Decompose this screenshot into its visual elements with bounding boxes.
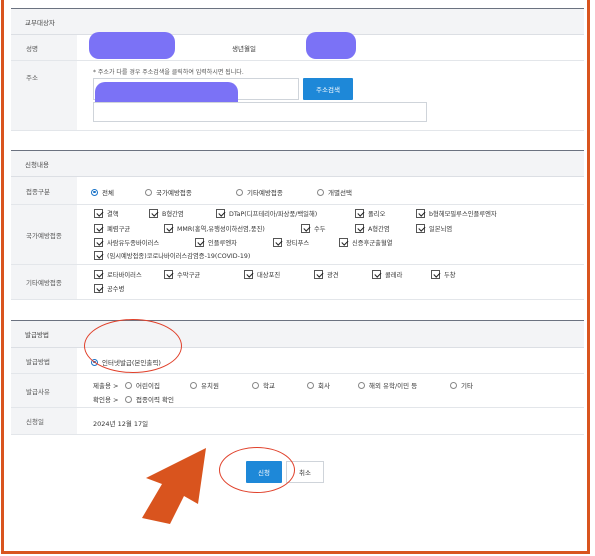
recipient-section-header: 교부대상자 [11,8,584,35]
checkbox-checked-icon [216,209,225,218]
reason-submit-prefix: 제출용 > [93,382,119,390]
application-date-value: 2024년 12월 17일 [93,420,149,428]
checkbox-checked-icon [164,270,173,279]
radio-icon [358,381,365,389]
checkbox-checked-icon [195,238,204,247]
type-option-all[interactable]: 전체 [91,187,114,197]
radio-selected-icon [91,188,98,196]
reason-school[interactable]: 학교 [252,380,275,390]
checkbox-hepa[interactable]: A형간염 [355,224,390,233]
national-vaccination-row: 국가예방접종 결핵 B형간염 DTaP(디프테리아/파상풍/백일해) 폴리오 b… [11,205,584,265]
checkbox-checked-icon [301,224,310,233]
application-date-label: 신청일 [11,408,77,434]
checkbox-hib[interactable]: b형헤모필루스인플루엔자 [416,209,497,218]
application-section-header: 신청내용 [11,150,584,177]
checkbox-checked-icon [94,270,103,279]
birth-label: 생년월일 [232,45,256,53]
type-option-custom[interactable]: 개별선택 [317,187,352,197]
issuance-reason-row: 발급사유 제출용 > 어린이집 유치원 학교 회사 해외 유학/이민 등 기타 … [11,374,584,408]
checkbox-checked-icon [273,238,282,247]
checkbox-dtap[interactable]: DTaP(디프테리아/파상풍/백일해) [216,209,317,218]
reason-history-check[interactable]: 접종이력 확인 [125,394,174,404]
reason-daycare[interactable]: 어린이집 [125,380,160,390]
name-redaction [89,32,175,59]
checkbox-checked-icon [339,238,348,247]
radio-icon [236,188,243,196]
checkbox-mmr[interactable]: MMR(홍역,유행성이하선염,풍진) [164,224,265,233]
checkbox-covid19[interactable]: (임시예방접종)코로나바이러스감염증-19(COVID-19) [94,251,250,260]
checkbox-rabies[interactable]: 공수병 [94,284,124,293]
checkbox-checked-icon [244,270,253,279]
checkbox-checked-icon [94,238,103,247]
checkbox-hfrs[interactable]: 신증후군출혈열 [339,238,393,247]
checkbox-bcg[interactable]: 결핵 [94,209,119,218]
issuance-method-label: 발급방법 [11,348,77,373]
application-section-title: 신청내용 [25,160,49,169]
checkbox-checked-icon [94,251,103,260]
address-label: 주소 [11,61,77,130]
address-search-button[interactable]: 주소검색 [303,78,353,100]
checkbox-checked-icon [431,270,440,279]
national-vaccination-label: 국가예방접종 [11,205,77,264]
radio-icon [317,188,324,196]
checkbox-rotavirus[interactable]: 로타바이러스 [94,270,142,279]
radio-icon [307,381,314,389]
radio-icon [125,381,132,389]
radio-icon [145,188,152,196]
checkbox-checked-icon [94,224,103,233]
checkbox-checked-icon [372,270,381,279]
reason-kindergarten[interactable]: 유치원 [190,380,219,390]
checkbox-je[interactable]: 일본뇌염 [416,224,452,233]
radio-icon [190,381,197,389]
radio-icon [252,381,259,389]
checkbox-checked-icon [355,224,364,233]
annotation-circle-method [84,319,182,373]
vaccination-type-label: 접종구분 [11,177,77,204]
checkbox-checked-icon [149,209,158,218]
issuance-section-title: 발급방법 [25,331,49,339]
checkbox-checked-icon [164,224,173,233]
checkbox-cholera[interactable]: 콜레라 [372,270,402,279]
annotation-circle-apply [219,447,295,493]
checkbox-checked-icon [94,284,103,293]
address-note: * 주소가 다를 경우 주소검색을 클릭하여 입력하시면 됩니다. [93,69,244,76]
checkbox-checked-icon [94,209,103,218]
radio-icon [450,381,457,389]
reason-company[interactable]: 회사 [307,380,330,390]
checkbox-checked-icon [416,209,425,218]
checkbox-rabies-animal[interactable]: 광견 [314,270,339,279]
address-row: 주소 * 주소가 다를 경우 주소검색을 클릭하여 입력하시면 됩니다. 주소검… [11,61,584,131]
application-date-row: 신청일 2024년 12월 17일 [11,408,584,435]
issuance-reason-label: 발급사유 [11,374,77,407]
annotation-arrow-icon [142,448,206,524]
other-vaccination-row: 기타예방접종 로타바이러스 수막구균 대상포진 광견 콜레라 두창 공수병 [11,265,584,300]
checkbox-hpv[interactable]: 사람유두종바이러스 [94,238,159,247]
checkbox-varicella[interactable]: 수두 [301,224,326,233]
checkbox-pneumococcal[interactable]: 폐렴구균 [94,224,130,233]
reason-confirm-prefix: 확인용 > [93,396,119,404]
checkbox-polio[interactable]: 폴리오 [355,209,385,218]
radio-icon [125,395,132,403]
checkbox-checked-icon [416,224,425,233]
vaccination-type-row: 접종구분 전체 국가예방접종 기타예방접종 개별선택 [11,177,584,205]
reason-study-abroad[interactable]: 해외 유학/이민 등 [358,380,417,390]
checkbox-checked-icon [314,270,323,279]
checkbox-checked-icon [355,209,364,218]
type-option-national[interactable]: 국가예방접종 [145,187,192,197]
type-option-other[interactable]: 기타예방접종 [236,187,283,197]
checkbox-meningococcal[interactable]: 수막구균 [164,270,200,279]
checkbox-smallpox[interactable]: 두창 [431,270,456,279]
name-label: 성명 [11,35,77,60]
checkbox-zoster[interactable]: 대상포진 [244,270,280,279]
recipient-section-title: 교부대상자 [25,18,55,27]
other-vaccination-label: 기타예방접종 [11,265,77,299]
address-detail-input[interactable] [93,102,427,122]
birth-redaction [306,32,356,59]
checkbox-hepb[interactable]: B형간염 [149,209,184,218]
checkbox-typhoid[interactable]: 장티푸스 [273,238,309,247]
checkbox-influenza[interactable]: 인플루엔자 [195,238,237,247]
name-row: 성명 생년월일 [11,32,584,61]
reason-other[interactable]: 기타 [450,380,473,390]
